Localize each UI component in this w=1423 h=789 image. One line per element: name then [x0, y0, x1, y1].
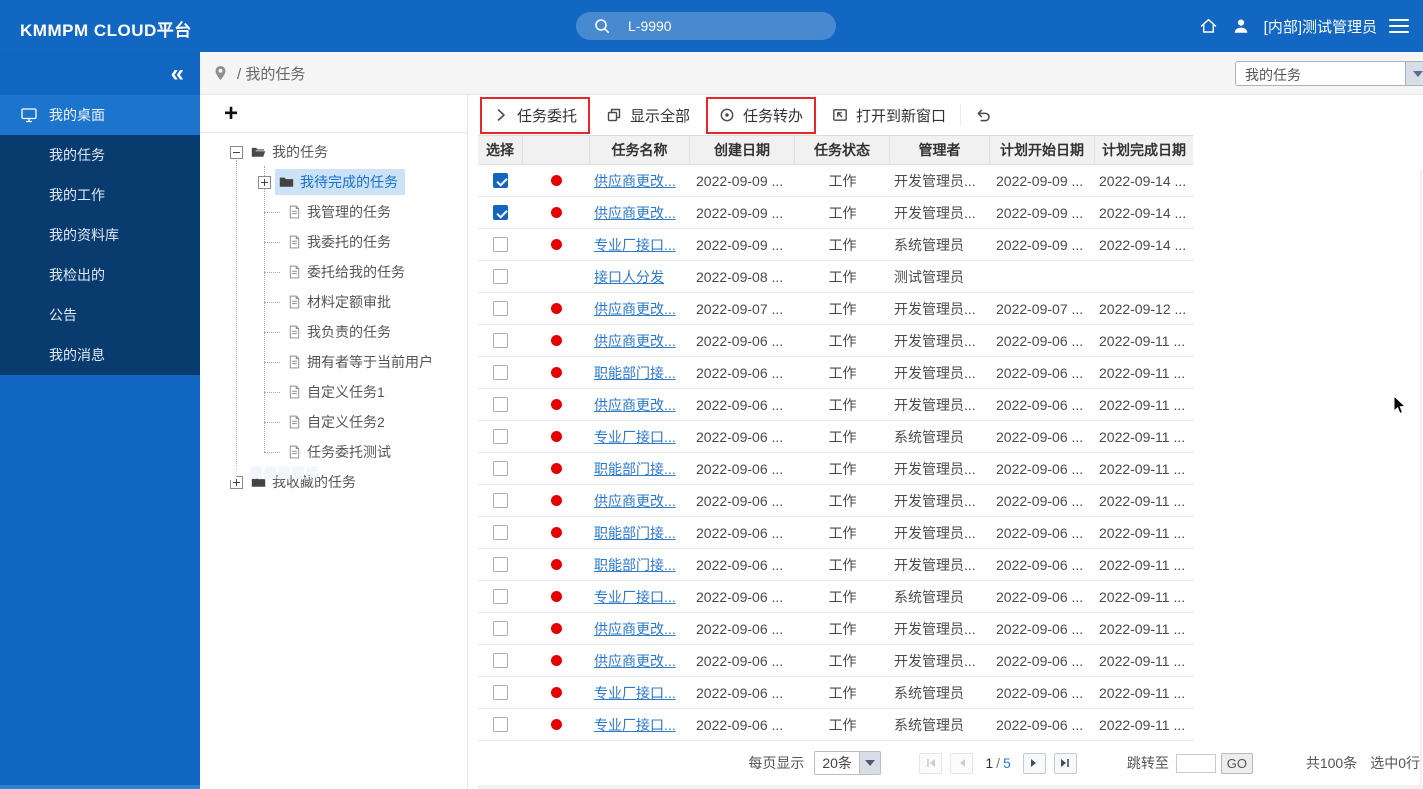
sidebar-item[interactable]: 我的资料库 [0, 215, 200, 255]
view-select-value: 我的任务 [1236, 62, 1405, 85]
user-icon[interactable] [1232, 17, 1250, 35]
global-search[interactable]: L-9990 [576, 12, 836, 40]
sidebar-item[interactable]: 我的工作 [0, 175, 200, 215]
sidebar-item-label: 公告 [49, 305, 77, 325]
sidebar-item[interactable]: 我的任务 [0, 135, 200, 175]
top-header: KMMPM CLOUD平台 L-9990 [内部]测试管理员 [0, 0, 1423, 52]
sidebar-submenu: 我的任务我的工作我的资料库我检出的公告我的消息 [0, 135, 200, 375]
home-icon[interactable] [1199, 17, 1218, 35]
search-input[interactable]: L-9990 [628, 18, 672, 34]
sidebar-item-label: 我的工作 [49, 185, 105, 205]
sidebar-item[interactable]: 我检出的 [0, 255, 200, 295]
breadcrumb: / 我的任务 [237, 63, 305, 84]
view-select[interactable]: 我的任务 [1235, 61, 1423, 86]
desktop-icon [19, 106, 39, 124]
sidebar-item[interactable]: 我的桌面 [0, 95, 200, 135]
sidebar-item-label: 工作流建模 [249, 463, 319, 483]
location-pin-icon [213, 64, 228, 82]
sidebar-item-label: 我的任务 [49, 145, 105, 165]
sidebar-item[interactable]: 公告 [0, 295, 200, 335]
sidebar-item-label: 我的消息 [49, 345, 105, 365]
workflow-icon [219, 464, 239, 482]
menu-icon[interactable] [1389, 18, 1409, 34]
sidebar-item-label: 我检出的 [49, 265, 105, 285]
sidebar-item-label: 我的桌面 [49, 105, 105, 125]
sidebar-item[interactable]: 我的消息 [0, 335, 200, 375]
app-title: KMMPM CLOUD平台 [20, 16, 192, 41]
breadcrumb-bar: / 我的任务 我的任务 [200, 52, 1423, 95]
view-select-arrow-button[interactable] [1405, 62, 1423, 85]
sidebar-item-label: 我的资料库 [49, 225, 119, 245]
sidebar-nav: 我的桌面我的任务我的工作我的资料库我检出的公告我的消息项目产品资料库公共资料库我… [0, 95, 200, 375]
sidebar: « 我的桌面我的任务我的工作我的资料库我检出的公告我的消息项目产品资料库公共资料… [0, 52, 200, 789]
sidebar-collapse-button[interactable]: « [171, 62, 184, 86]
search-icon [593, 17, 611, 35]
chevron-down-icon [1413, 71, 1423, 77]
sidebar-item[interactable]: 工作流建模 [200, 104, 1423, 789]
user-label: [内部]测试管理员 [1264, 16, 1377, 37]
